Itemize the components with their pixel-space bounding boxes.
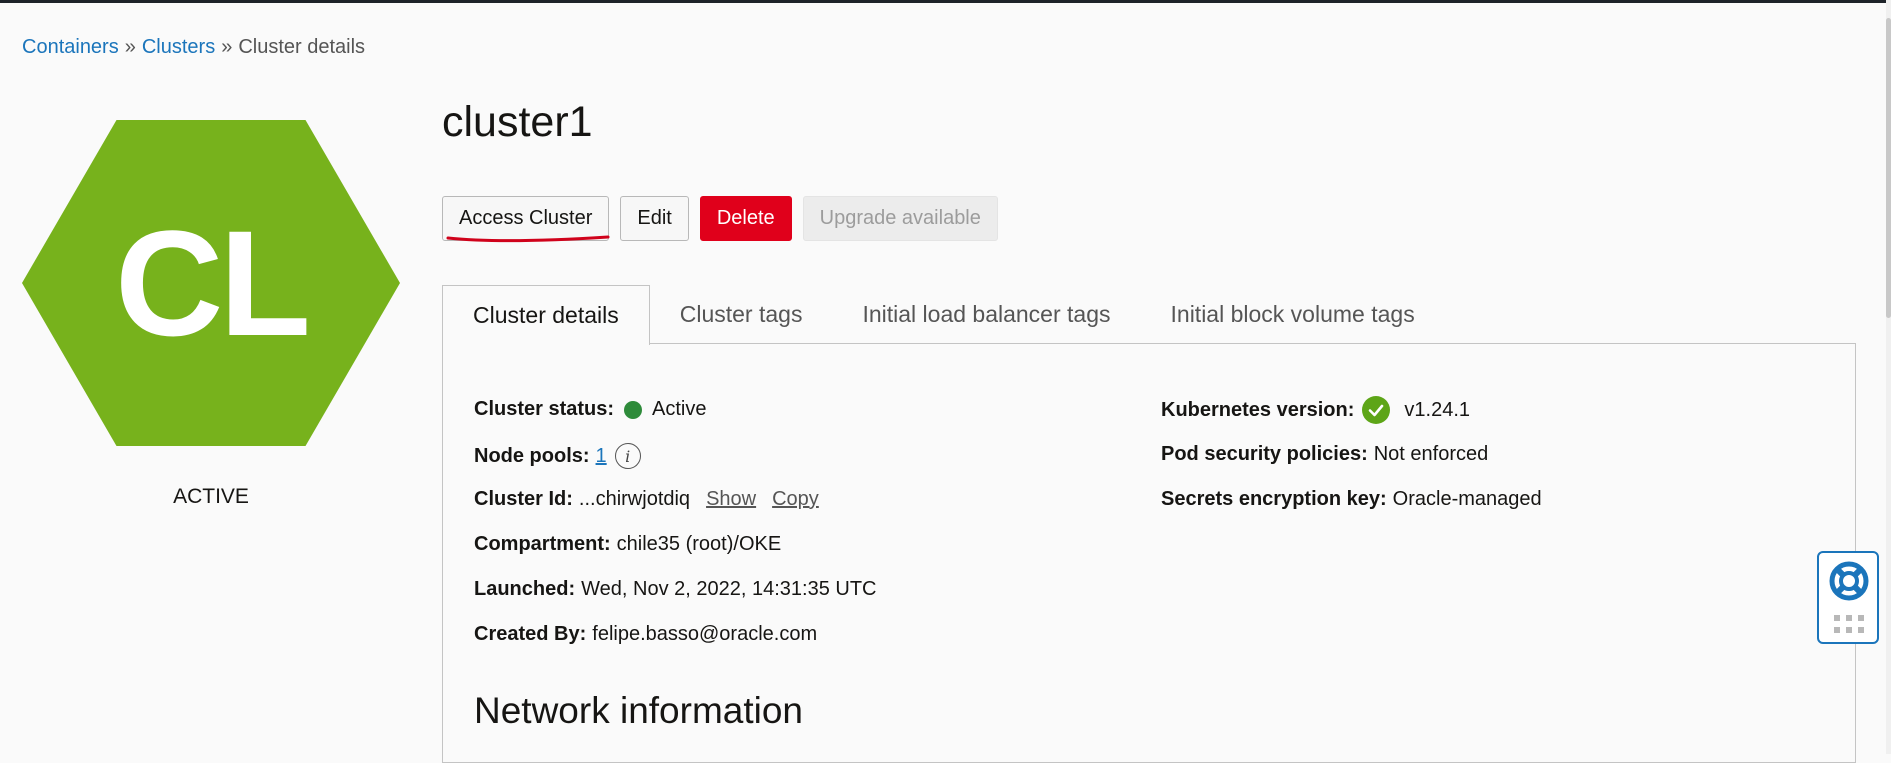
pod-security-value: Not enforced (1373, 443, 1489, 465)
badge-initials: CL (115, 198, 311, 367)
cluster-id-label: Cluster Id: (474, 488, 573, 510)
breadcrumb-clusters[interactable]: Clusters (142, 36, 215, 58)
help-widget[interactable] (1817, 551, 1879, 644)
cluster-status-label: Cluster status: (474, 398, 615, 420)
access-cluster-wrap: Access Cluster (442, 196, 610, 243)
tab-cluster-details[interactable]: Cluster details (442, 285, 650, 345)
tab-cluster-tags[interactable]: Cluster tags (650, 285, 833, 344)
launched-label: Launched: (474, 578, 576, 600)
node-pools-link[interactable]: 1 (596, 445, 607, 468)
node-pools-row: Node pools: 1 i (474, 443, 641, 469)
resource-badge: CL (22, 120, 400, 446)
tab-initial-block-volume-tags[interactable]: Initial block volume tags (1141, 285, 1445, 344)
breadcrumb-separator: » (221, 36, 233, 58)
cluster-id-row: Cluster Id: ...chirwjotdiq Show Copy (474, 488, 819, 511)
created-by-label: Created By: (474, 623, 587, 645)
delete-button[interactable]: Delete (699, 196, 792, 241)
secrets-key-value: Oracle-managed (1392, 488, 1542, 510)
copy-link[interactable]: Copy (772, 488, 819, 511)
breadcrumb: Containers» Clusters» Cluster details (22, 36, 365, 59)
show-link[interactable]: Show (706, 488, 756, 511)
cluster-id-value: ...chirwjotdiq (578, 488, 691, 510)
breadcrumb-separator: » (124, 36, 136, 58)
created-by-value: felipe.basso@oracle.com (592, 623, 818, 645)
breadcrumb-containers[interactable]: Containers (22, 36, 119, 58)
scrollbar-thumb[interactable] (1886, 18, 1891, 318)
annotation-underline (446, 235, 610, 243)
edit-button[interactable]: Edit (620, 196, 689, 241)
grid-icon[interactable] (1834, 615, 1864, 635)
breadcrumb-current: Cluster details (238, 36, 366, 58)
page-title: cluster1 (442, 98, 593, 146)
cluster-status-value: Active (652, 398, 707, 420)
pod-security-row: Pod security policies: Not enforced (1161, 443, 1488, 466)
compartment-row: Compartment: chile35 (root)/OKE (474, 533, 781, 556)
pod-security-label: Pod security policies: (1161, 443, 1368, 465)
tab-bar: Cluster details Cluster tags Initial loa… (442, 285, 1445, 345)
lifebuoy-icon[interactable] (1829, 561, 1869, 601)
kubernetes-version-row: Kubernetes version: v1.24.1 (1161, 396, 1470, 424)
tab-initial-load-balancer-tags[interactable]: Initial load balancer tags (832, 285, 1140, 344)
launched-value: Wed, Nov 2, 2022, 14:31:35 UTC (581, 578, 877, 600)
secrets-key-label: Secrets encryption key: (1161, 488, 1387, 510)
secrets-key-row: Secrets encryption key: Oracle-managed (1161, 488, 1542, 511)
kubernetes-version-label: Kubernetes version: (1161, 398, 1355, 421)
status-dot-icon (624, 400, 643, 419)
info-icon[interactable]: i (614, 443, 641, 469)
compartment-value: chile35 (root)/OKE (616, 533, 782, 555)
kubernetes-version-value: v1.24.1 (1404, 398, 1470, 421)
node-pools-label: Node pools: (474, 444, 590, 467)
action-bar: Access Cluster Edit Delete Upgrade avail… (442, 196, 998, 243)
launched-row: Launched: Wed, Nov 2, 2022, 14:31:35 UTC (474, 578, 876, 601)
compartment-label: Compartment: (474, 533, 611, 555)
network-section-title: Network information (474, 690, 804, 731)
lifecycle-state: ACTIVE (173, 485, 249, 508)
cluster-status-row: Cluster status: Active (474, 398, 707, 421)
check-circle-icon (1362, 396, 1391, 424)
upgrade-available-button: Upgrade available (802, 196, 998, 241)
created-by-row: Created By: felipe.basso@oracle.com (474, 623, 817, 646)
top-bar (0, 0, 1891, 3)
